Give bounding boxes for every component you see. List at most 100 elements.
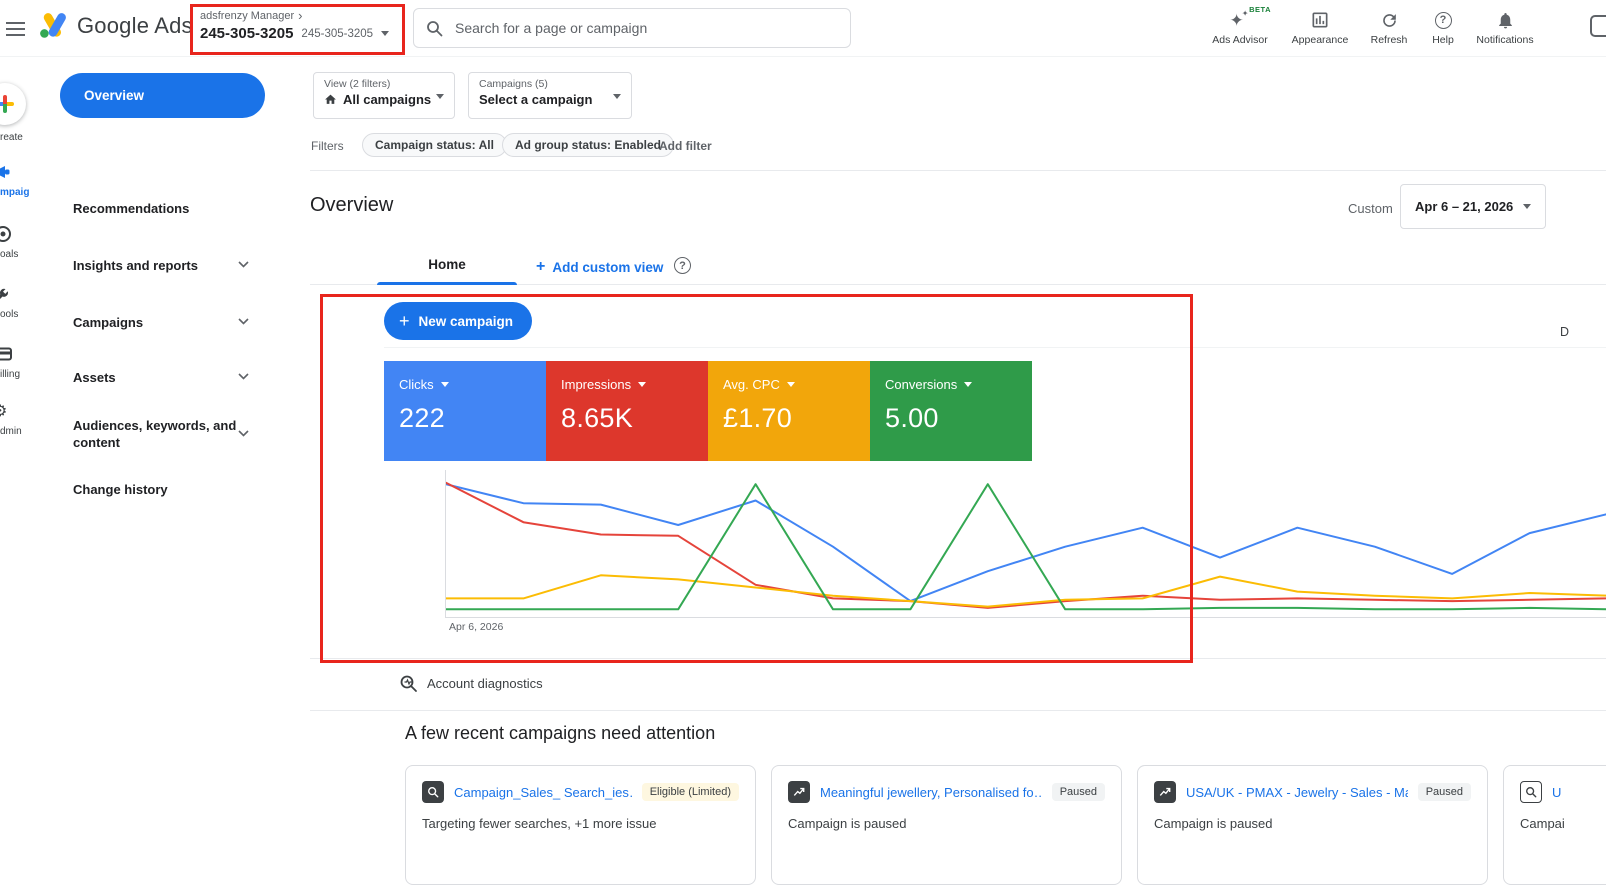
view-selector-label: View (2 filters) bbox=[324, 78, 391, 90]
google-ads-logo-icon bbox=[40, 13, 66, 38]
filter-chip-campaign-status[interactable]: Campaign status: All bbox=[362, 133, 507, 157]
view-selector[interactable]: View (2 filters) All campaigns bbox=[313, 72, 455, 119]
account-selector[interactable]: adsfrenzy Manager › 245-305-3205 245-305… bbox=[200, 8, 396, 42]
metric-label: Clicks bbox=[399, 377, 434, 392]
add-filter-button[interactable]: Add filter bbox=[659, 139, 712, 153]
help-icon: ? bbox=[674, 257, 691, 274]
campaign-attention-card: Campaign_Sales_ Search_ies… Eligible (Li… bbox=[405, 765, 756, 885]
chevron-down-icon bbox=[238, 261, 249, 268]
notifications-button[interactable]: Notifications bbox=[1472, 9, 1538, 46]
filters-label: Filters bbox=[311, 139, 344, 153]
chart-canvas bbox=[446, 481, 1606, 611]
nav-item-recommendations[interactable]: Recommendations bbox=[73, 201, 189, 216]
campaign-issue-text: Targeting fewer searches, +1 more issue bbox=[422, 816, 657, 831]
divider bbox=[384, 347, 1606, 348]
chevron-down-icon bbox=[238, 373, 249, 380]
beta-badge: BETA bbox=[1249, 5, 1271, 14]
nav-item-assets[interactable]: Assets bbox=[73, 370, 116, 385]
chevron-down-icon bbox=[1523, 204, 1532, 209]
campaigns-icon bbox=[0, 166, 10, 178]
metric-card[interactable]: Conversions 5.00 bbox=[870, 361, 1032, 461]
divider bbox=[300, 170, 1606, 171]
bell-icon bbox=[1472, 9, 1538, 31]
campaign-selector[interactable]: Campaigns (5) Select a campaign bbox=[468, 72, 632, 119]
partial-action-icon[interactable] bbox=[1590, 15, 1606, 37]
campaign-link[interactable]: Meaningful jewellery, Personalised fo… bbox=[820, 785, 1042, 800]
chevron-down-icon bbox=[786, 382, 795, 387]
chevron-down-icon bbox=[638, 382, 647, 387]
nav-overview-label: Overview bbox=[84, 88, 145, 103]
nav-item-overview[interactable]: Overview bbox=[60, 73, 265, 118]
campaign-link[interactable]: U bbox=[1552, 785, 1606, 800]
left-nav-panel: Overview Recommendations Insights and re… bbox=[30, 57, 310, 885]
tab-home[interactable]: Home bbox=[377, 257, 517, 272]
left-icon-rail: reate mpaigns oals ools illing bbox=[0, 57, 30, 885]
filter-chip-ad-group-status[interactable]: Ad group status: Enabled bbox=[502, 133, 675, 157]
create-button[interactable]: reate bbox=[0, 67, 30, 147]
campaign-selector-value: Select a campaign bbox=[479, 92, 593, 107]
metric-card[interactable]: Impressions 8.65K bbox=[546, 361, 708, 461]
tabs-help-button[interactable]: ? bbox=[674, 257, 691, 274]
page-title: Overview bbox=[310, 194, 394, 216]
pmax-campaign-icon bbox=[788, 781, 810, 803]
campaign-issue-text: Campaign is paused bbox=[788, 816, 907, 831]
search-input[interactable] bbox=[453, 19, 833, 37]
add-custom-view-button[interactable]: + Add custom view bbox=[536, 258, 663, 276]
billing-icon bbox=[0, 347, 12, 361]
partial-right-edge-text: D bbox=[1560, 325, 1570, 339]
metric-scorecards: Clicks 222 Impressions 8.65K Avg. CPC £1… bbox=[384, 361, 1032, 461]
metric-card[interactable]: Clicks 222 bbox=[384, 361, 546, 461]
rail-item-billing[interactable]: illing bbox=[0, 344, 30, 380]
performance-line-chart bbox=[445, 470, 1606, 618]
metric-card[interactable]: Avg. CPC £1.70 bbox=[708, 361, 870, 461]
ads-advisor-button[interactable]: BETA ✦ ✦ Ads Advisor bbox=[1207, 5, 1273, 46]
home-icon bbox=[325, 94, 336, 104]
chevron-right-icon: › bbox=[298, 8, 303, 23]
status-badge: Paused bbox=[1417, 783, 1471, 801]
ads-advisor-label: Ads Advisor bbox=[1212, 34, 1268, 46]
tab-home-underline bbox=[377, 282, 517, 285]
campaign-issue-text: Campaign is paused bbox=[1154, 816, 1273, 831]
search-campaign-icon bbox=[422, 781, 444, 803]
campaign-attention-card: Meaningful jewellery, Personalised fo… P… bbox=[771, 765, 1122, 885]
metric-label: Avg. CPC bbox=[723, 377, 780, 392]
google-ads-app: Google Ads adsfrenzy Manager › 245-305-3… bbox=[0, 0, 1606, 885]
rail-item-admin[interactable]: ⚙ dmin bbox=[0, 404, 30, 438]
campaign-issue-text: Campai bbox=[1520, 816, 1565, 831]
search-bar[interactable] bbox=[413, 8, 851, 48]
help-icon: ? bbox=[1410, 9, 1476, 31]
campaign-attention-card: U Campai bbox=[1503, 765, 1606, 885]
date-range-value: Apr 6 – 21, 2026 bbox=[1415, 199, 1514, 214]
nav-item-change-history[interactable]: Change history bbox=[73, 482, 168, 497]
divider bbox=[310, 658, 1606, 659]
campaign-link[interactable]: Campaign_Sales_ Search_ies… bbox=[454, 785, 632, 800]
nav-item-audiences[interactable]: Audiences, keywords, and content bbox=[73, 417, 238, 451]
rail-item-goals[interactable]: oals bbox=[0, 224, 30, 260]
appearance-button[interactable]: Appearance bbox=[1287, 9, 1353, 46]
add-custom-view-label: Add custom view bbox=[552, 259, 664, 275]
chevron-down-icon bbox=[238, 430, 249, 437]
nav-item-insights[interactable]: Insights and reports bbox=[73, 258, 198, 273]
metric-label: Conversions bbox=[885, 377, 958, 392]
chevron-down-icon bbox=[381, 31, 390, 36]
rail-item-tools[interactable]: ools bbox=[0, 284, 30, 320]
metric-value: 5.00 bbox=[885, 403, 939, 433]
menu-icon[interactable] bbox=[6, 22, 26, 36]
appearance-label: Appearance bbox=[1291, 34, 1349, 46]
account-id: 245-305-3205 bbox=[200, 25, 294, 42]
date-range-selector[interactable]: Apr 6 – 21, 2026 bbox=[1400, 184, 1546, 229]
new-campaign-button[interactable]: + New campaign bbox=[384, 302, 532, 340]
account-diagnostics-button[interactable]: Account diagnostics bbox=[399, 674, 543, 693]
google-ads-logo[interactable]: Google Ads bbox=[38, 12, 193, 39]
account-diagnostics-label: Account diagnostics bbox=[427, 676, 543, 691]
help-button[interactable]: ? Help bbox=[1410, 9, 1476, 46]
manager-name: adsfrenzy Manager bbox=[200, 9, 295, 22]
search-campaign-icon bbox=[1520, 781, 1542, 803]
chevron-down-icon bbox=[436, 94, 444, 99]
chevron-down-icon bbox=[613, 94, 621, 99]
campaign-link[interactable]: USA/UK - PMAX - Jewelry - Sales - Ma… bbox=[1186, 785, 1408, 800]
nav-item-campaigns[interactable]: Campaigns bbox=[73, 315, 143, 330]
chevron-down-icon bbox=[964, 382, 973, 387]
rail-item-campaigns[interactable]: mpaigns bbox=[0, 162, 30, 198]
google-ads-logo-text: Google Ads bbox=[77, 12, 193, 38]
